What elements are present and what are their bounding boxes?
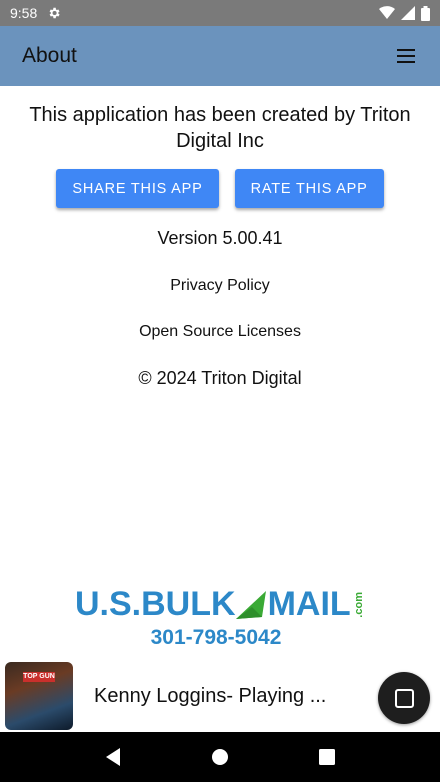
system-nav-bar <box>0 732 440 782</box>
created-by-text: This application has been created by Tri… <box>29 104 411 152</box>
ad-phone: 301-798-5042 <box>150 626 282 649</box>
ad-logo: U.S. BULK MAIL .com <box>75 585 365 624</box>
stop-button[interactable] <box>378 672 430 724</box>
settings-gear-icon <box>47 6 61 20</box>
app-bar: About <box>0 26 440 86</box>
ad-logo-mail: MAIL <box>267 585 351 623</box>
recents-icon[interactable] <box>315 745 339 769</box>
about-content: This application has been created by Tri… <box>0 86 440 389</box>
back-icon[interactable] <box>101 745 125 769</box>
status-bar: 9:58 <box>0 0 440 26</box>
album-art: TOP GUN <box>5 662 73 730</box>
share-app-button[interactable]: SHARE THIS APP <box>56 169 219 208</box>
album-label: TOP GUN <box>23 672 55 682</box>
rate-app-button[interactable]: RATE THIS APP <box>234 169 384 208</box>
now-playing-bar[interactable]: TOP GUN Kenny Loggins- Playing ... <box>0 660 440 732</box>
track-title: Kenny Loggins- Playing ... <box>94 684 327 707</box>
page-title: About <box>22 44 77 67</box>
signal-icon <box>401 6 415 20</box>
status-time: 9:58 <box>10 5 38 21</box>
home-icon[interactable] <box>208 745 232 769</box>
envelope-icon <box>235 590 266 619</box>
menu-icon[interactable] <box>394 44 418 68</box>
ad-logo-us: U.S. <box>75 585 142 623</box>
ad-logo-bulk: BULK <box>141 585 236 623</box>
copyright-text: © 2024 Triton Digital <box>138 368 302 388</box>
action-buttons: SHARE THIS APP RATE THIS APP <box>0 169 440 208</box>
version-text: Version 5.00.41 <box>157 228 283 248</box>
stop-icon <box>394 688 414 708</box>
privacy-policy-link[interactable]: Privacy Policy <box>0 277 440 295</box>
ad-logo-dotcom: .com <box>352 591 365 618</box>
open-source-licenses-link[interactable]: Open Source Licenses <box>0 323 440 341</box>
battery-icon <box>421 5 430 21</box>
status-icons <box>379 5 430 21</box>
wifi-icon <box>379 6 395 20</box>
ad-banner[interactable]: U.S. BULK MAIL .com 301-798-5042 <box>75 585 365 657</box>
